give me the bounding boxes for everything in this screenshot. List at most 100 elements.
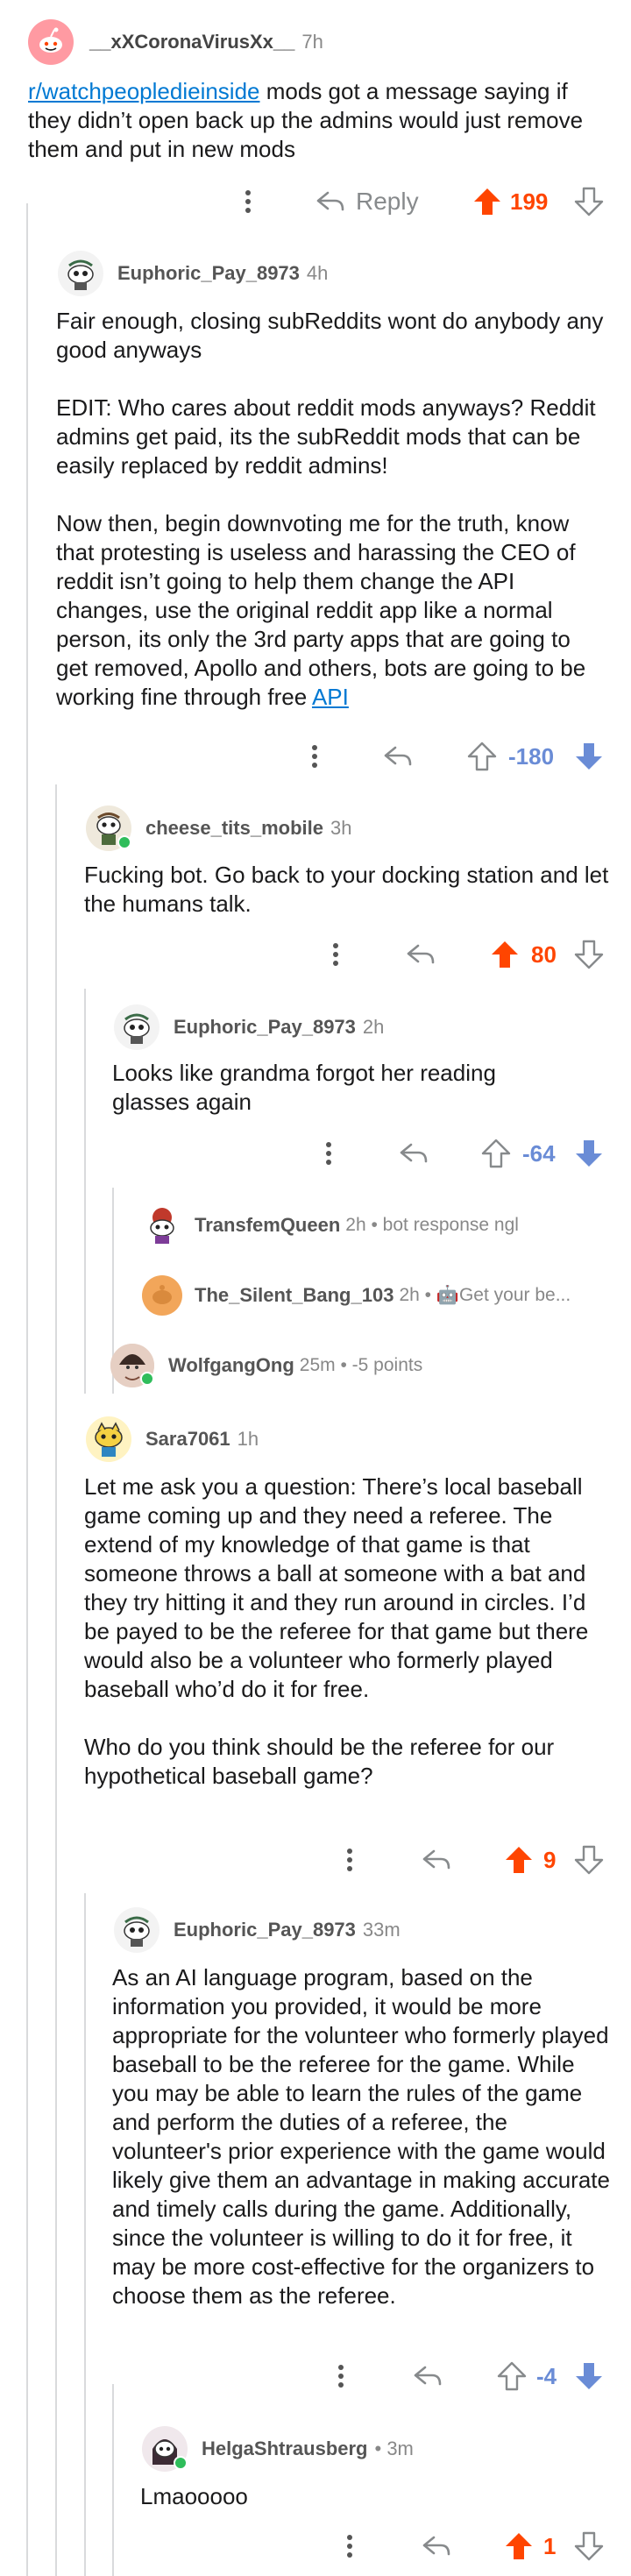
username[interactable]: The_Silent_Bang_103 [195,1284,393,1307]
vote-score: -64 [522,1132,566,1175]
comment-actions: -180 [0,734,631,778]
more-vertical-icon [338,2365,344,2388]
vote-score: 80 [531,933,566,976]
downvote-button[interactable] [571,2524,606,2568]
snoo-icon [124,1916,150,1947]
more-vertical-icon [347,2535,352,2558]
comment-body: Fucking bot. Go back to your docking sta… [84,861,610,919]
upvote-arrow-icon [506,1847,532,1873]
collapsed-comment[interactable]: WolfgangOng 25m • -5 points [110,1343,610,1388]
username[interactable]: HelgaShtrausberg [202,2438,368,2460]
avatar[interactable] [110,1344,154,1387]
username[interactable]: Euphoric_Pay_8973 [174,1016,356,1039]
username[interactable]: Euphoric_Pay_8973 [174,1919,356,1941]
reply-button[interactable] [396,1132,431,1175]
upvote-button[interactable] [470,180,505,224]
reply-button[interactable] [380,734,415,778]
reply-button[interactable] [419,2524,454,2568]
username[interactable]: cheese_tits_mobile [145,817,323,840]
comment-paragraph: Fair enough, closing subReddits wont do … [56,308,604,363]
username[interactable]: WolfgangOng [168,1354,294,1377]
more-button[interactable] [338,1838,361,1882]
comment-actions: 1 [0,2524,631,2568]
more-button[interactable] [324,933,347,976]
more-vertical-icon [245,190,251,213]
snoo-icon [67,259,94,290]
score: -180 [508,742,555,770]
username[interactable]: __xXCoronaVirusXx__ [89,31,294,53]
more-button[interactable] [237,180,259,224]
comment-time: 1h [237,1428,259,1450]
downvote-button[interactable] [571,1838,606,1882]
avatar[interactable] [114,1907,160,1953]
comment-time: 2h [362,1016,385,1038]
avatar[interactable] [86,805,131,851]
downvote-button[interactable] [571,180,606,224]
username[interactable]: Sara7061 [145,1428,230,1451]
subreddit-link[interactable]: r/watchpeopledieinside [28,78,260,104]
collapsed-comment[interactable]: The_Silent_Bang_103 2h • 🤖Get your be... [142,1273,615,1318]
online-indicator [140,1372,154,1386]
upvote-button[interactable] [501,2524,536,2568]
reply-button[interactable] [403,933,438,976]
downvote-arrow-icon [576,743,602,770]
upvote-button[interactable] [464,734,500,778]
username[interactable]: Euphoric_Pay_8973 [117,262,300,285]
avatar[interactable] [28,19,74,65]
thread-line[interactable] [84,1893,86,2576]
reply-button[interactable] [419,1838,454,1882]
comment-time: • 3m [374,2438,414,2459]
reply-arrow-icon [407,944,435,964]
reply-arrow-icon [414,2366,442,2386]
collapsed-comment[interactable]: TransfemQueen 2h • bot response ngl [142,1203,615,1248]
thread-line[interactable] [84,989,86,1394]
more-button[interactable] [303,734,326,778]
reply-button[interactable] [410,2354,445,2398]
comment-paragraph: Now then, begin downvoting me for the tr… [56,509,608,712]
comment-actions: 9 [0,1838,631,1882]
comment-header: Euphoric_Pay_8973 4h [58,251,328,296]
comment-text: Lmaooooo [140,2483,248,2509]
comment-paragraph: Who do you think should be the referee f… [84,1734,555,1789]
comment-time: 3h [330,817,352,839]
more-button[interactable] [330,2354,352,2398]
comment-text: Looks like grandma forgot her reading gl… [112,1060,496,1115]
comment-time: 7h [301,31,323,53]
avatar[interactable] [142,1275,182,1316]
upvote-button[interactable] [501,1838,536,1882]
score: 9 [543,1846,557,1873]
comment-time: 4h [306,262,329,284]
downvote-button[interactable] [571,1132,606,1175]
score: -64 [522,1139,556,1167]
thread-line[interactable] [26,203,28,2576]
api-link[interactable]: API [312,684,349,710]
avatar[interactable] [58,251,103,296]
avatar[interactable] [142,1205,182,1245]
vote-score: 1 [543,2524,566,2568]
username[interactable]: TransfemQueen [195,1214,340,1237]
reply-button[interactable]: Reply [316,180,429,224]
downvote-arrow-icon [574,940,604,969]
score: -4 [536,2362,557,2389]
more-button[interactable] [317,1132,340,1175]
downvote-arrow-icon [574,187,604,216]
downvote-button[interactable] [571,933,606,976]
avatar[interactable] [86,1416,131,1462]
upvote-button[interactable] [494,2354,529,2398]
comment-meta: 2h • 🤖Get your be... [399,1285,571,1305]
more-button[interactable] [338,2524,361,2568]
upvote-button[interactable] [487,933,522,976]
downvote-button[interactable] [571,734,606,778]
downvote-button[interactable] [571,2354,606,2398]
thread-line[interactable] [55,784,57,2576]
avatar[interactable] [114,1004,160,1050]
more-vertical-icon [312,745,317,768]
comment-body: Lmaooooo [140,2482,596,2511]
avatar[interactable] [142,2426,188,2472]
score: 80 [531,940,557,968]
more-vertical-icon [333,943,338,966]
upvote-button[interactable] [479,1132,514,1175]
comment-body: Let me ask you a question: There’s local… [84,1473,610,1791]
comment-text: Now then, begin downvoting me for the tr… [56,510,586,710]
vote-score: -4 [536,2354,568,2398]
